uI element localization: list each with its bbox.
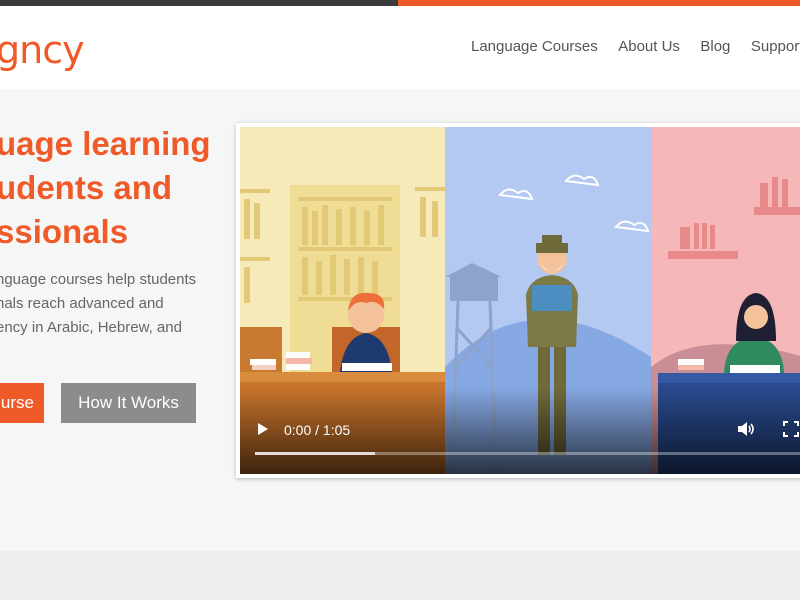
nav-support[interactable]: Support: [751, 38, 800, 55]
choose-course-button[interactable]: urse: [0, 383, 44, 423]
nav-language-courses[interactable]: Language Courses: [471, 38, 598, 55]
video-progress-bar[interactable]: [255, 452, 800, 455]
headline-line-3: ssionals: [0, 213, 129, 250]
section-divider: [0, 551, 800, 600]
hero-headline: uage learning udents and ssionals: [0, 122, 228, 254]
site-header: gncy Language Courses About Us Blog Supp…: [0, 6, 800, 89]
desc-line-1: nguage courses help students: [0, 271, 197, 288]
main-nav: Language Courses About Us Blog Support L: [471, 38, 800, 56]
video-time: 0:00 / 1:05: [284, 422, 351, 438]
nav-about-us[interactable]: About Us: [618, 38, 680, 55]
fullscreen-icon[interactable]: [783, 421, 799, 437]
video-progress-fill: [255, 452, 375, 455]
nav-blog[interactable]: Blog: [700, 38, 730, 55]
site-logo[interactable]: gncy: [0, 28, 85, 72]
volume-icon[interactable]: [737, 421, 755, 437]
desc-line-2: nals reach advanced and: [0, 295, 164, 312]
how-it-works-button[interactable]: How It Works: [61, 383, 196, 423]
desc-line-3: ency in Arabic, Hebrew, and: [0, 319, 182, 336]
headline-line-2: udents and: [0, 169, 173, 206]
hero-description: nguage courses help students nals reach …: [0, 268, 228, 340]
headline-line-1: uage learning: [0, 125, 211, 162]
play-icon[interactable]: [258, 423, 268, 435]
